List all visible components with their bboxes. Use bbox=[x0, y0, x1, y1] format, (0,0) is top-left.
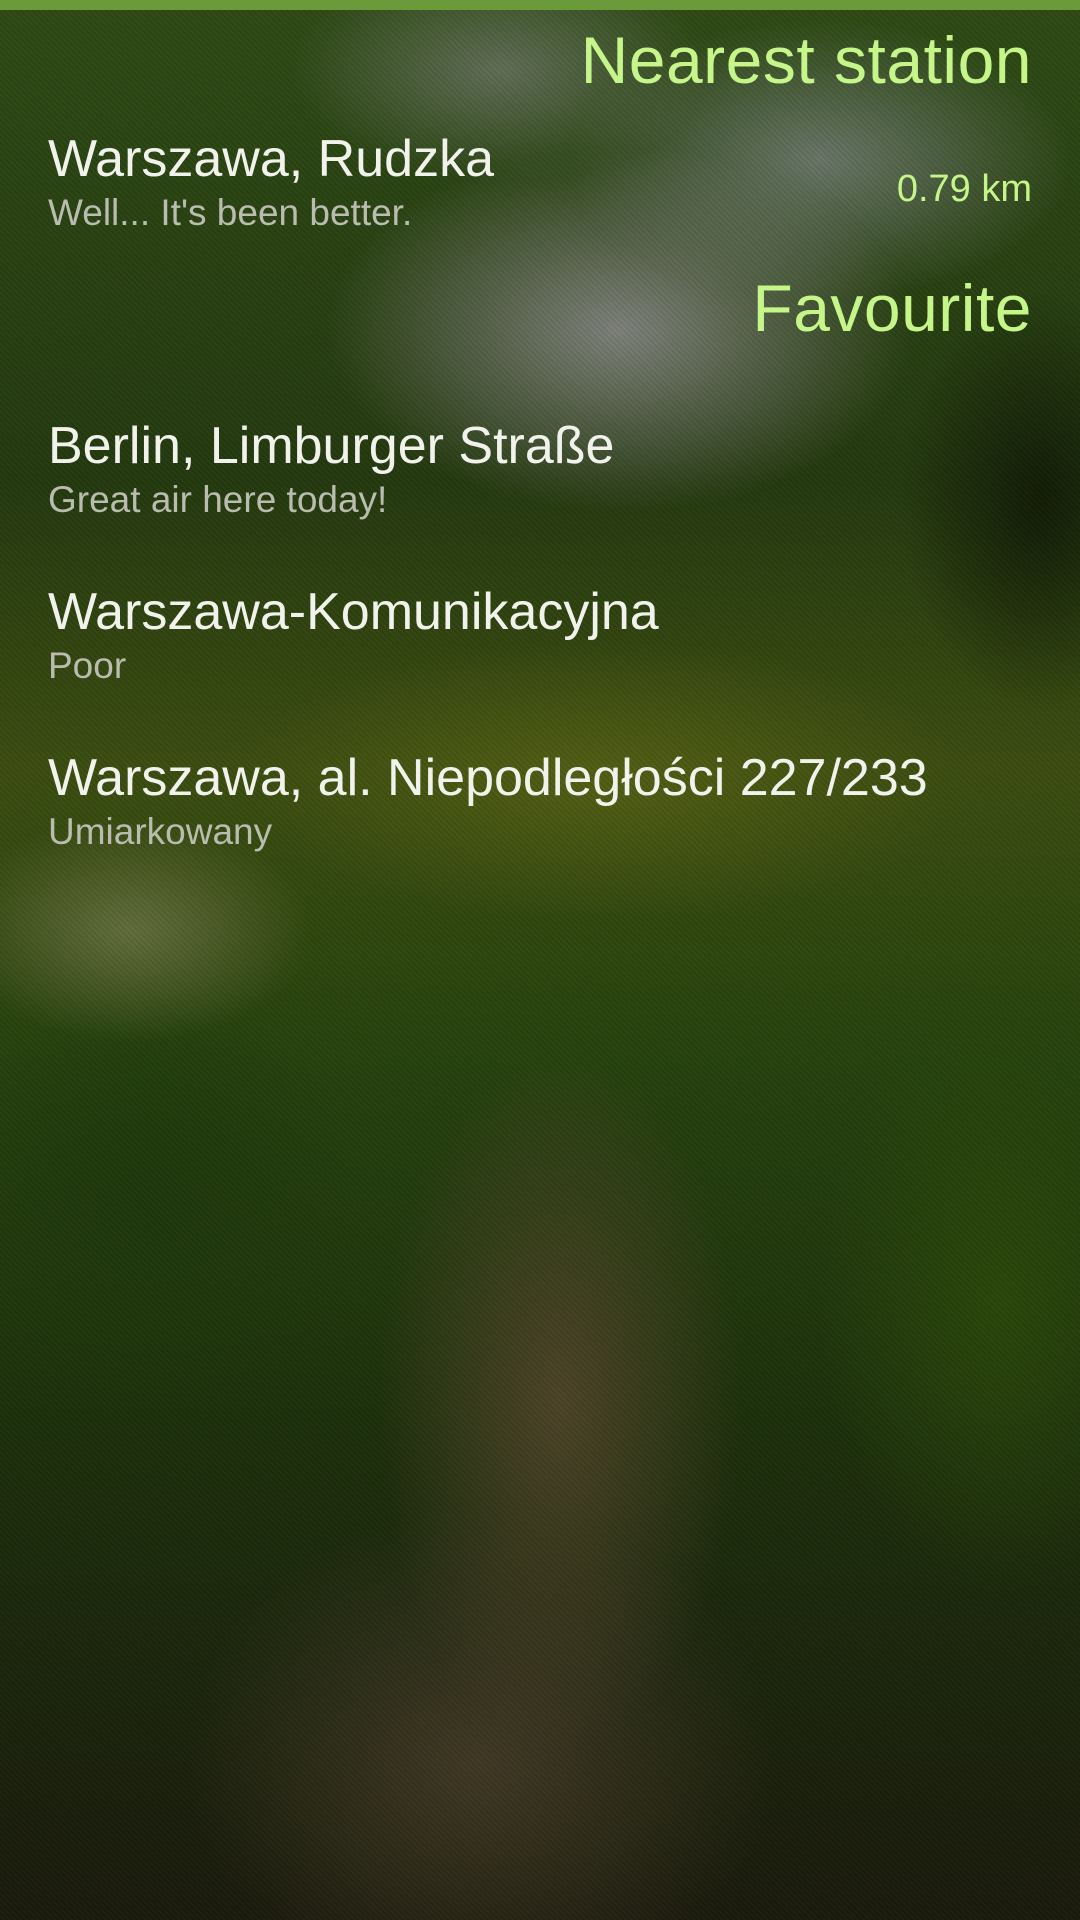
station-status: Poor bbox=[48, 645, 127, 686]
station-status: Well... It's been better. bbox=[48, 192, 413, 233]
nearest-station-item[interactable]: Warszawa, Rudzka Well... It's been bette… bbox=[48, 128, 1032, 236]
station-distance: 0.79 km bbox=[896, 168, 1032, 210]
station-status: Great air here today! bbox=[48, 479, 388, 520]
favourite-header: Favourite bbox=[752, 271, 1032, 345]
station-status: Umiarkowany bbox=[48, 811, 273, 852]
favourite-station-item[interactable]: Warszawa-Komunikacyjna Poor bbox=[48, 581, 1032, 689]
station-name: Warszawa-Komunikacyjna bbox=[48, 583, 659, 641]
nearest-station-header: Nearest station bbox=[580, 23, 1032, 97]
station-name: Warszawa, Rudzka bbox=[48, 130, 494, 188]
station-name: Warszawa, al. Niepodległości 227/233 bbox=[48, 749, 928, 807]
station-list-page: Nearest station Warszawa, Rudzka Well...… bbox=[0, 0, 1080, 1920]
favourite-station-item[interactable]: Warszawa, al. Niepodległości 227/233 Umi… bbox=[48, 747, 1032, 855]
station-name: Berlin, Limburger Straße bbox=[48, 417, 615, 475]
favourite-station-item[interactable]: Berlin, Limburger Straße Great air here … bbox=[48, 415, 1032, 523]
